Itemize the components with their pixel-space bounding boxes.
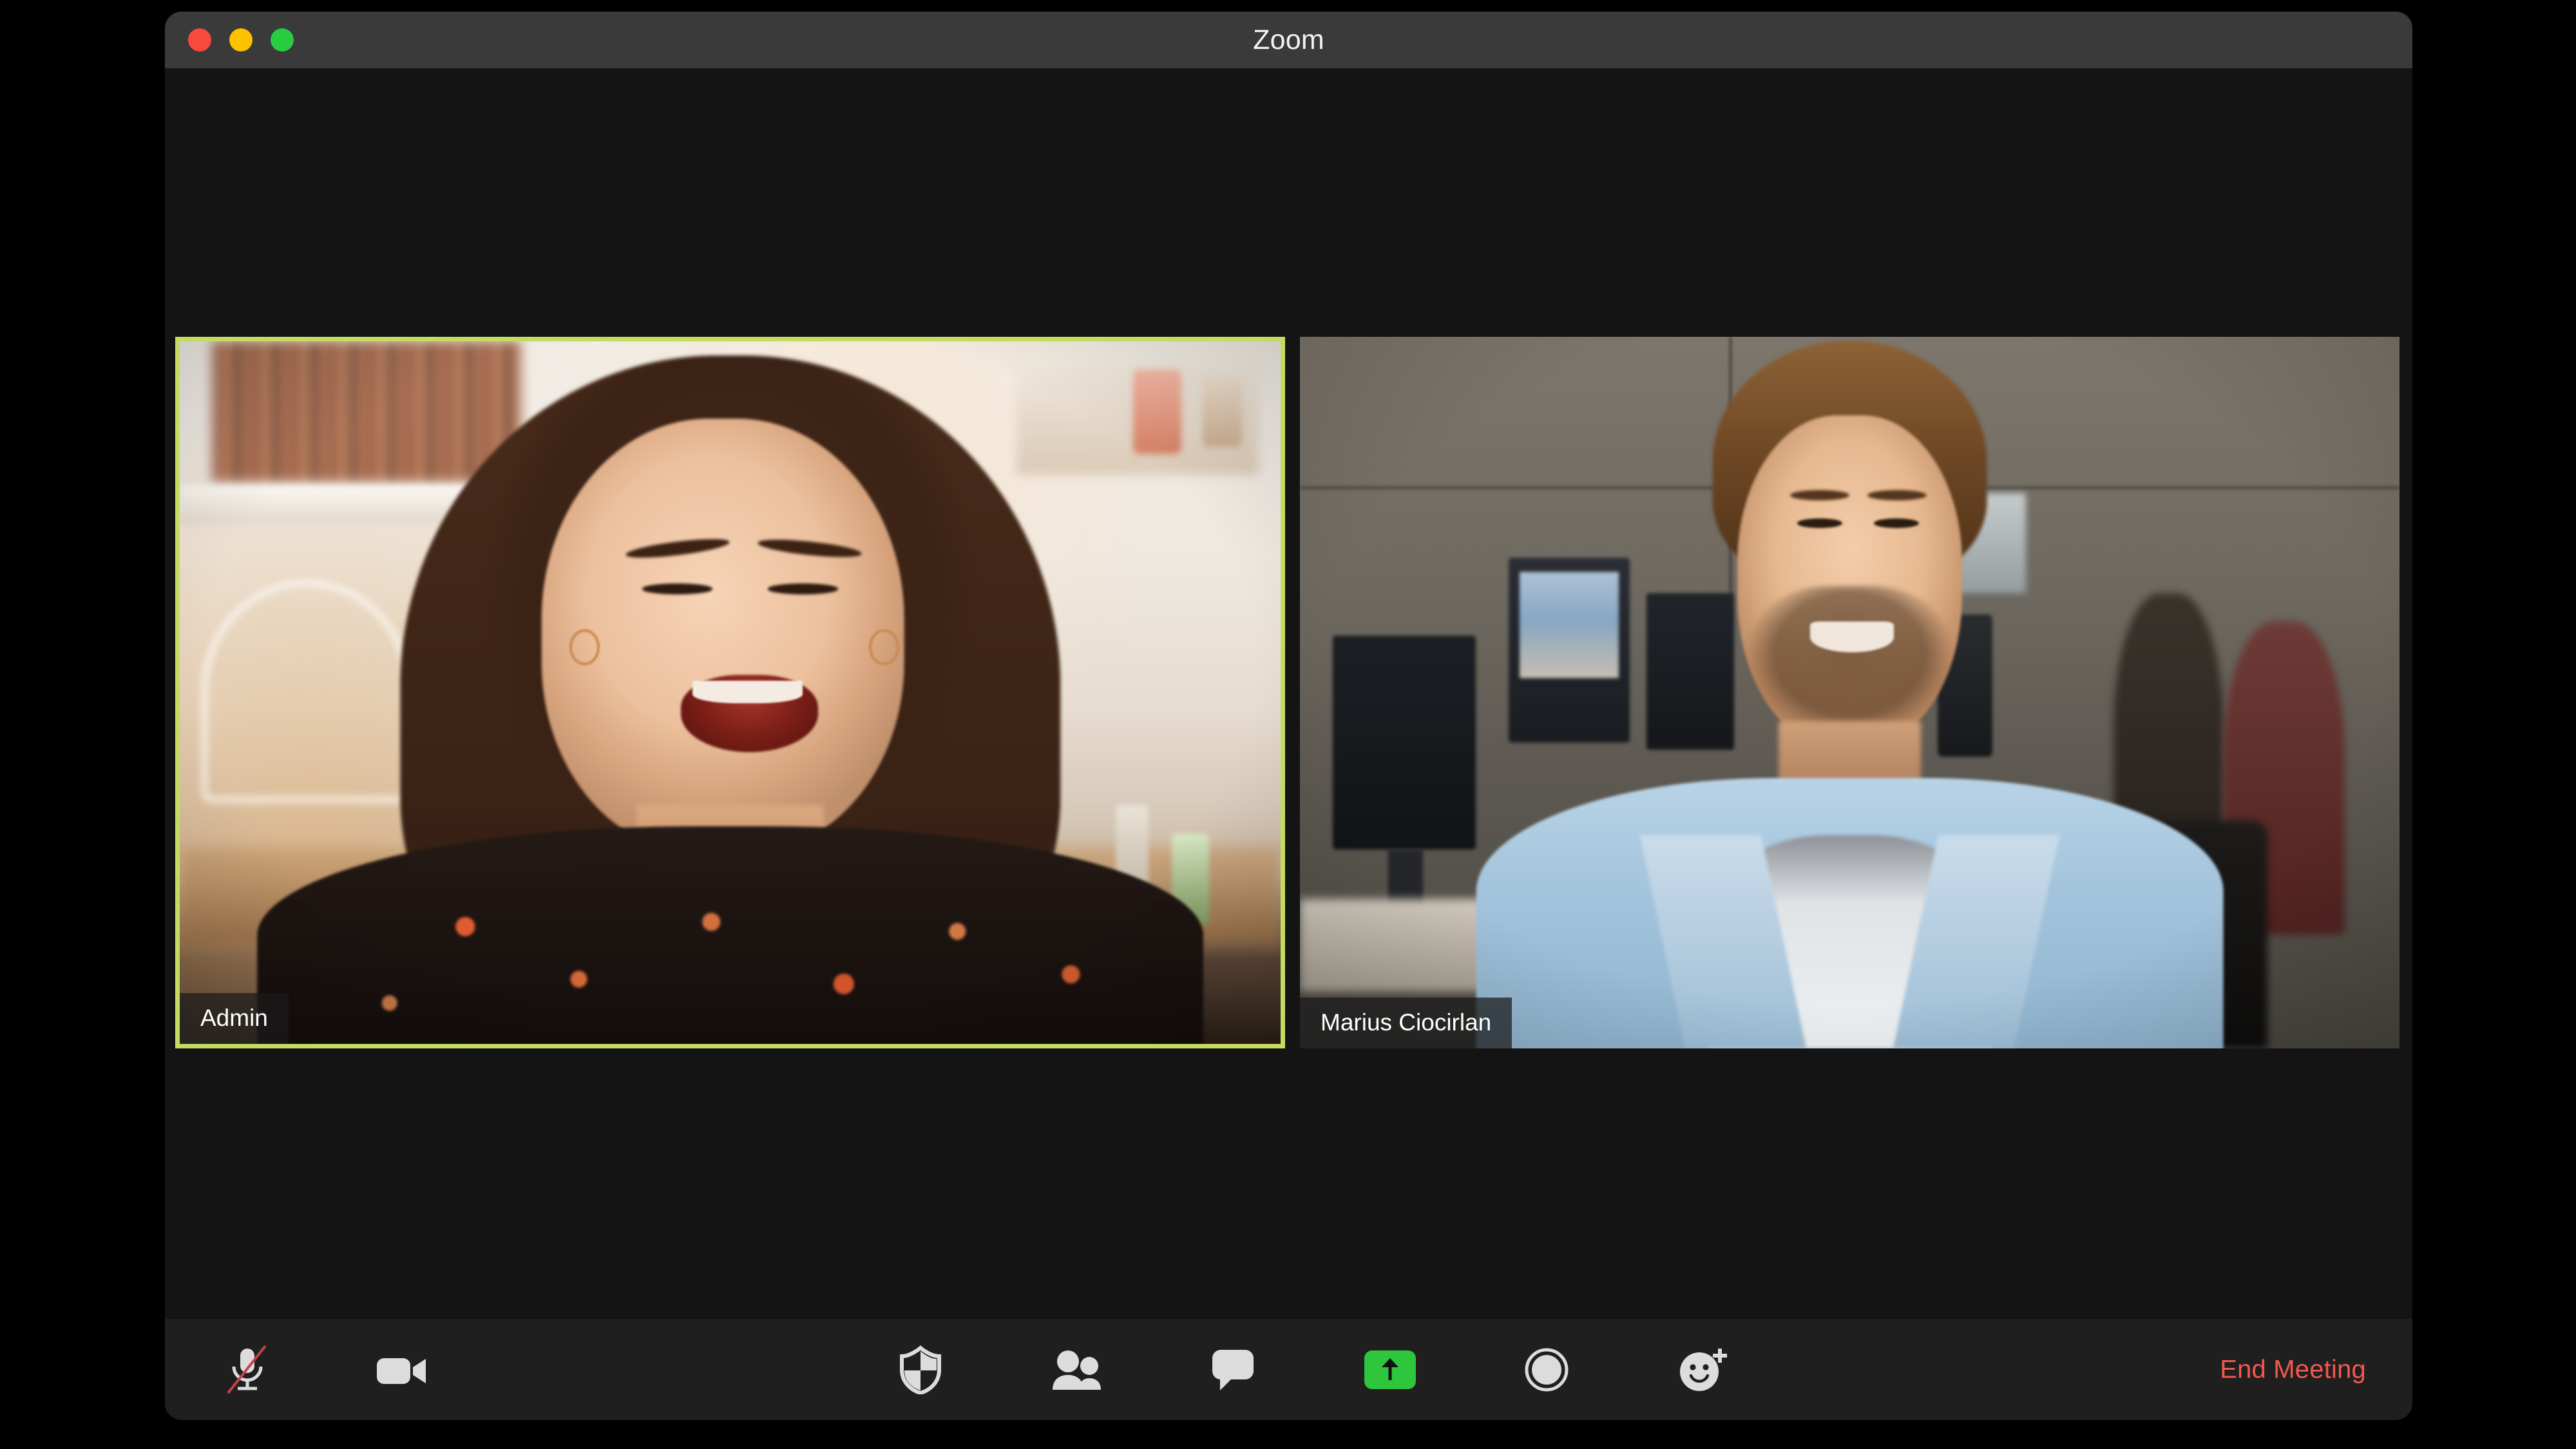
window-title: Zoom: [165, 24, 2412, 56]
video-gallery-stage: Admin: [165, 68, 2412, 1319]
participant-video-feed: [180, 341, 1281, 1044]
record-button[interactable]: [1516, 1339, 1578, 1401]
participant-name-label: Admin: [180, 993, 289, 1044]
window-title-bar[interactable]: Zoom: [165, 12, 2412, 68]
reactions-icon: [1677, 1345, 1729, 1394]
record-icon: [1525, 1348, 1569, 1392]
video-frame-image: [1300, 337, 2399, 1048]
end-meeting-button[interactable]: End Meeting: [2220, 1355, 2366, 1384]
participant-tile-admin[interactable]: Admin: [175, 337, 1285, 1048]
share-screen-icon: [1364, 1350, 1417, 1390]
reactions-button[interactable]: [1672, 1339, 1734, 1401]
participant-video-feed: [1300, 337, 2399, 1048]
video-frame-image: [180, 341, 1281, 1044]
shield-icon: [899, 1345, 942, 1394]
screen-root: Zoom: [0, 0, 2576, 1449]
toolbar-end-group: End Meeting: [2220, 1355, 2366, 1384]
stop-video-button[interactable]: [371, 1339, 433, 1401]
microphone-muted-icon: [224, 1343, 271, 1396]
chat-bubble-icon: [1209, 1347, 1258, 1393]
video-camera-icon: [374, 1351, 430, 1388]
mute-button[interactable]: [216, 1339, 278, 1401]
zoom-application-window: Zoom: [165, 12, 2412, 1420]
meeting-toolbar: End Meeting: [165, 1319, 2412, 1420]
maximize-window-button[interactable]: [271, 28, 294, 52]
participant-tile-marius-ciocirlan[interactable]: Marius Ciocirlan: [1300, 337, 2399, 1048]
toolbar-audio-video-group: [216, 1339, 433, 1401]
minimize-window-button[interactable]: [229, 28, 253, 52]
toolbar-main-controls-group: [890, 1339, 1734, 1401]
participants-button[interactable]: [1046, 1339, 1108, 1401]
participants-icon: [1049, 1349, 1105, 1391]
security-button[interactable]: [890, 1339, 951, 1401]
window-traffic-lights: [188, 28, 294, 52]
close-window-button[interactable]: [188, 28, 211, 52]
video-grid: Admin: [175, 337, 2399, 1048]
share-screen-button[interactable]: [1359, 1339, 1421, 1401]
participant-name-label: Marius Ciocirlan: [1300, 998, 1512, 1048]
chat-button[interactable]: [1203, 1339, 1264, 1401]
